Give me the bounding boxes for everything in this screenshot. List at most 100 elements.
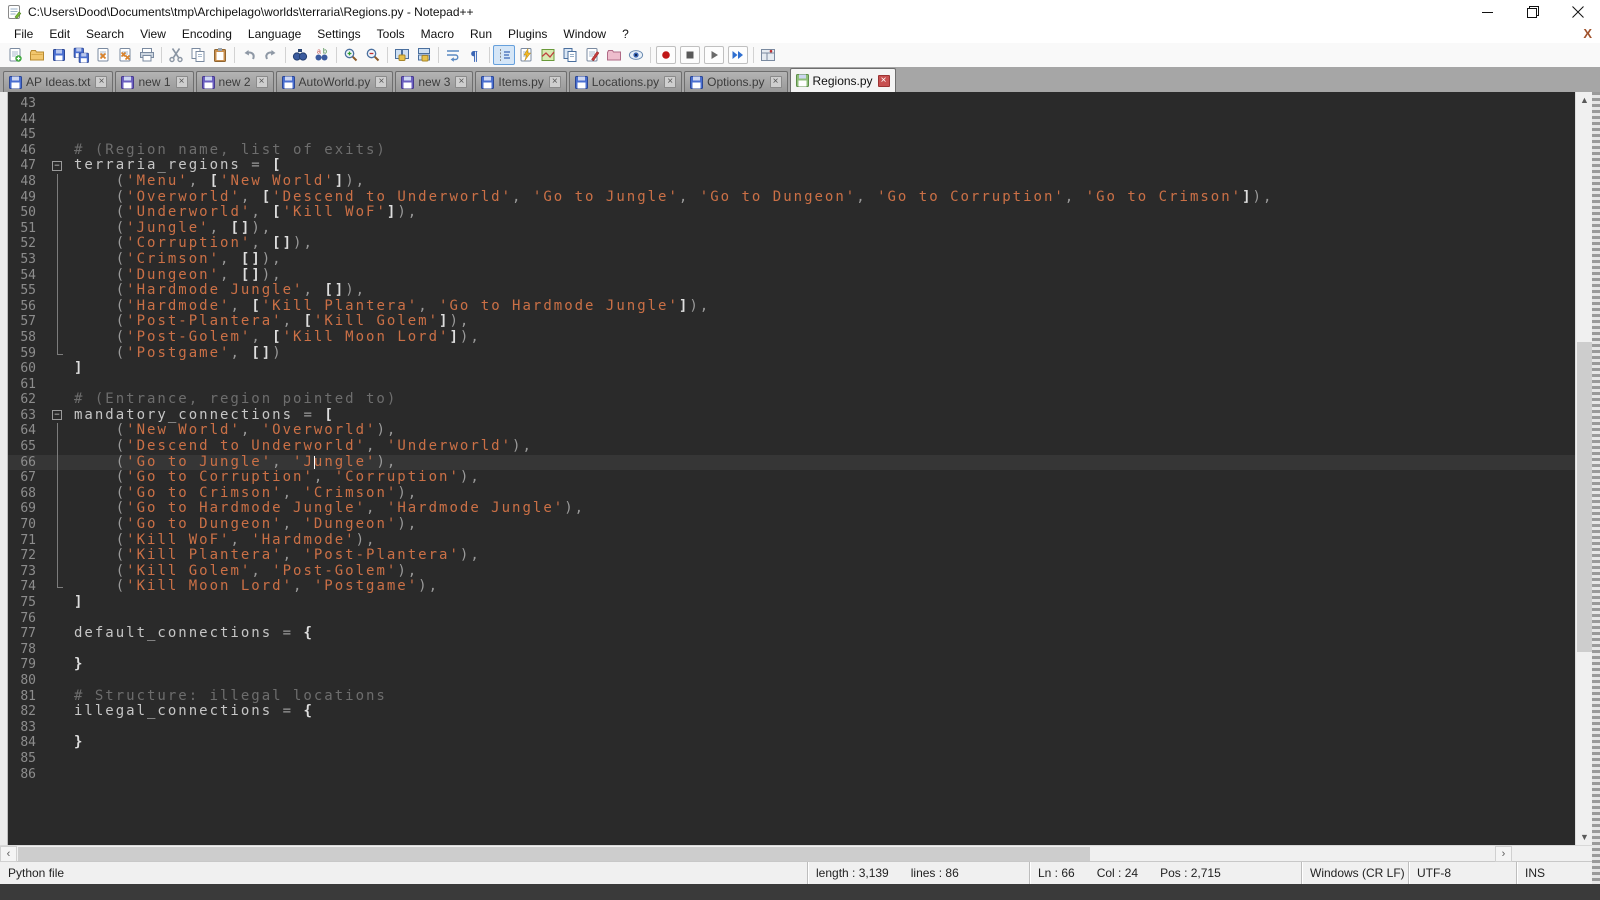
fold-margin[interactable] [50,611,68,627]
fold-margin[interactable] [50,96,68,112]
fold-margin[interactable] [50,767,68,783]
fold-margin[interactable] [50,486,68,502]
restore-button[interactable] [1510,0,1555,24]
fold-margin[interactable] [50,704,68,720]
fold-margin[interactable] [50,268,68,284]
tab-close-icon[interactable]: × [375,76,387,88]
document-map-icon[interactable] [537,45,559,65]
line-number[interactable]: 45 [8,127,44,143]
fold-margin[interactable]: − [50,408,68,424]
line-number[interactable]: 47 [8,158,44,174]
close-document-icon[interactable]: X [1583,27,1592,40]
tab-ap-ideas-txt[interactable]: AP Ideas.txt× [3,71,113,92]
horizontal-scrollbar-thumb[interactable] [18,847,1090,861]
fold-margin[interactable] [50,689,68,705]
line-number[interactable]: 82 [8,704,44,720]
fold-margin[interactable] [50,517,68,533]
window-resize-edge[interactable] [1592,92,1600,884]
line-number[interactable]: 72 [8,548,44,564]
fold-margin[interactable] [50,143,68,159]
save-icon[interactable] [48,45,70,65]
print-icon[interactable] [136,45,158,65]
macro-run-multiple-icon[interactable] [728,46,748,64]
menu-item-window[interactable]: Window [555,26,614,42]
fold-margin[interactable] [50,174,68,190]
line-number[interactable]: 55 [8,283,44,299]
macro-play-icon[interactable] [704,46,724,64]
fold-margin[interactable] [50,423,68,439]
tab-close-icon[interactable]: × [95,76,107,88]
fold-margin[interactable] [50,112,68,128]
line-number[interactable]: 70 [8,517,44,533]
tab-close-icon[interactable]: × [256,76,268,88]
tab-close-icon[interactable]: × [549,76,561,88]
line-number[interactable]: 60 [8,361,44,377]
zoom-in-icon[interactable] [340,45,362,65]
line-number[interactable]: 59 [8,346,44,362]
find-icon[interactable] [289,45,311,65]
menu-item-settings[interactable]: Settings [309,26,368,42]
edit-marker-icon[interactable] [581,45,603,65]
line-number[interactable]: 57 [8,314,44,330]
fold-margin[interactable] [50,439,68,455]
fold-margin[interactable] [50,533,68,549]
fold-margin[interactable] [50,205,68,221]
line-number[interactable]: 85 [8,751,44,767]
line-number[interactable]: 76 [8,611,44,627]
show-indent-guide-icon[interactable] [493,45,515,65]
line-number[interactable]: 77 [8,626,44,642]
line-number[interactable]: 65 [8,439,44,455]
fold-margin[interactable] [50,455,68,471]
line-number[interactable]: 86 [8,767,44,783]
show-all-characters-icon[interactable]: ¶ [464,45,486,65]
line-number[interactable]: 58 [8,330,44,346]
menu-item-view[interactable]: View [132,26,174,42]
tab-new-2[interactable]: new 2× [196,71,274,92]
line-number[interactable]: 81 [8,689,44,705]
copy-icon[interactable] [187,45,209,65]
sync-horizontal-scroll-icon[interactable] [413,45,435,65]
line-number[interactable]: 69 [8,501,44,517]
tab-close-icon[interactable]: × [664,76,676,88]
close-all-icon[interactable] [114,45,136,65]
tab-autoworld-py[interactable]: AutoWorld.py× [276,71,394,92]
line-number[interactable]: 64 [8,423,44,439]
line-number[interactable]: 46 [8,143,44,159]
fold-margin[interactable] [50,579,68,595]
line-number[interactable]: 80 [8,673,44,689]
fold-margin[interactable] [50,299,68,315]
tab-items-py[interactable]: Items.py× [475,71,566,92]
function-list-icon[interactable] [515,45,537,65]
save-all-icon[interactable] [70,45,92,65]
fold-margin[interactable] [50,283,68,299]
tab-new-1[interactable]: new 1× [115,71,193,92]
line-number[interactable]: 53 [8,252,44,268]
macro-panel-icon[interactable] [757,45,779,65]
tab-regions-py[interactable]: Regions.py× [790,68,896,92]
zoom-out-icon[interactable] [362,45,384,65]
fold-margin[interactable] [50,673,68,689]
macro-record-icon[interactable] [656,46,676,64]
word-wrap-icon[interactable] [442,45,464,65]
tab-close-icon[interactable]: × [878,75,890,87]
line-number[interactable]: 49 [8,190,44,206]
fold-collapse-icon[interactable]: − [52,161,62,171]
menu-item-run[interactable]: Run [462,26,500,42]
fold-margin[interactable] [50,252,68,268]
fold-margin[interactable]: − [50,158,68,174]
line-number[interactable]: 78 [8,642,44,658]
line-number[interactable]: 74 [8,579,44,595]
sync-vertical-scroll-icon[interactable] [391,45,413,65]
line-number[interactable]: 62 [8,392,44,408]
vertical-scrollbar[interactable]: ▲ ▼ [1575,92,1592,845]
fold-margin[interactable] [50,548,68,564]
fold-margin[interactable] [50,346,68,362]
fold-margin[interactable] [50,236,68,252]
close-file-icon[interactable] [92,45,114,65]
file-monitoring-icon[interactable] [625,45,647,65]
folder-as-workspace-icon[interactable] [603,45,625,65]
tab-close-icon[interactable]: × [455,76,467,88]
horizontal-scrollbar[interactable]: ‹ › [0,845,1600,861]
scroll-down-arrow-icon[interactable]: ▼ [1576,829,1593,845]
fold-margin[interactable] [50,377,68,393]
